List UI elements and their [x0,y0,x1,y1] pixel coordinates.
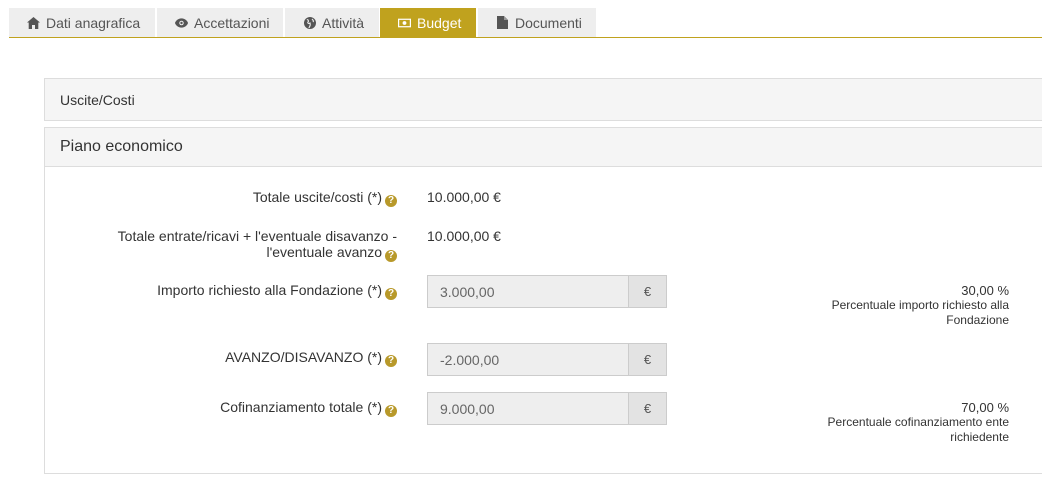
importo-percentuale: 30,00 % Percentuale importo richiesto al… [831,283,1009,327]
tab-label: Documenti [515,14,582,31]
totale-entrate-value: 10.000,00 € [427,228,501,244]
help-icon[interactable]: ? [385,288,397,300]
tab-attivita[interactable]: Attività [285,8,379,37]
cofinanziamento-input[interactable]: 9.000,00 [427,392,628,425]
help-icon[interactable]: ? [385,195,397,207]
panel-title: Uscite/Costi [60,91,135,108]
help-icon[interactable]: ? [385,355,397,367]
cofinanziamento-percentuale: 70,00 % Percentuale cofinanziamento ente… [827,400,1009,444]
tab-budget[interactable]: Budget [380,8,476,37]
tab-bar: Dati anagrafica Accettazioni Attività Bu… [9,8,1042,38]
panel-title: Piano economico [60,138,183,155]
importo-richiesto-label: Importo richiesto alla Fondazione (*)? [157,282,397,300]
tab-dati-anagrafica[interactable]: Dati anagrafica [9,8,155,37]
help-icon[interactable]: ? [385,250,397,262]
money-icon [398,16,411,29]
cofinanziamento-label: Cofinanziamento totale (*)? [220,399,397,417]
avanzo-disavanzo-label: AVANZO/DISAVANZO (*)? [225,349,397,367]
eye-icon [175,16,188,29]
panel-heading: Piano economico [45,128,1042,167]
euro-addon: € [628,392,667,425]
tab-documenti[interactable]: Documenti [478,8,596,37]
tab-label: Accettazioni [194,14,270,31]
help-icon[interactable]: ? [385,405,397,417]
file-icon [496,16,509,29]
importo-richiesto-input[interactable]: 3.000,00 [427,275,628,308]
euro-addon: € [628,343,667,376]
home-icon [27,16,40,29]
tab-accettazioni[interactable]: Accettazioni [157,8,283,37]
tab-label: Budget [417,14,462,31]
euro-addon: € [628,275,667,308]
tab-label: Attività [322,14,365,31]
totale-uscite-label: Totale uscite/costi (*)? [253,189,397,207]
avanzo-disavanzo-input[interactable]: -2.000,00 [427,343,628,376]
globe-icon [303,16,316,29]
uscite-costi-panel[interactable]: Uscite/Costi [44,78,1042,121]
totale-entrate-label: Totale entrate/ricavi + l'eventuale disa… [117,228,397,262]
tab-label: Dati anagrafica [46,14,141,31]
totale-uscite-value: 10.000,00 € [427,189,501,205]
